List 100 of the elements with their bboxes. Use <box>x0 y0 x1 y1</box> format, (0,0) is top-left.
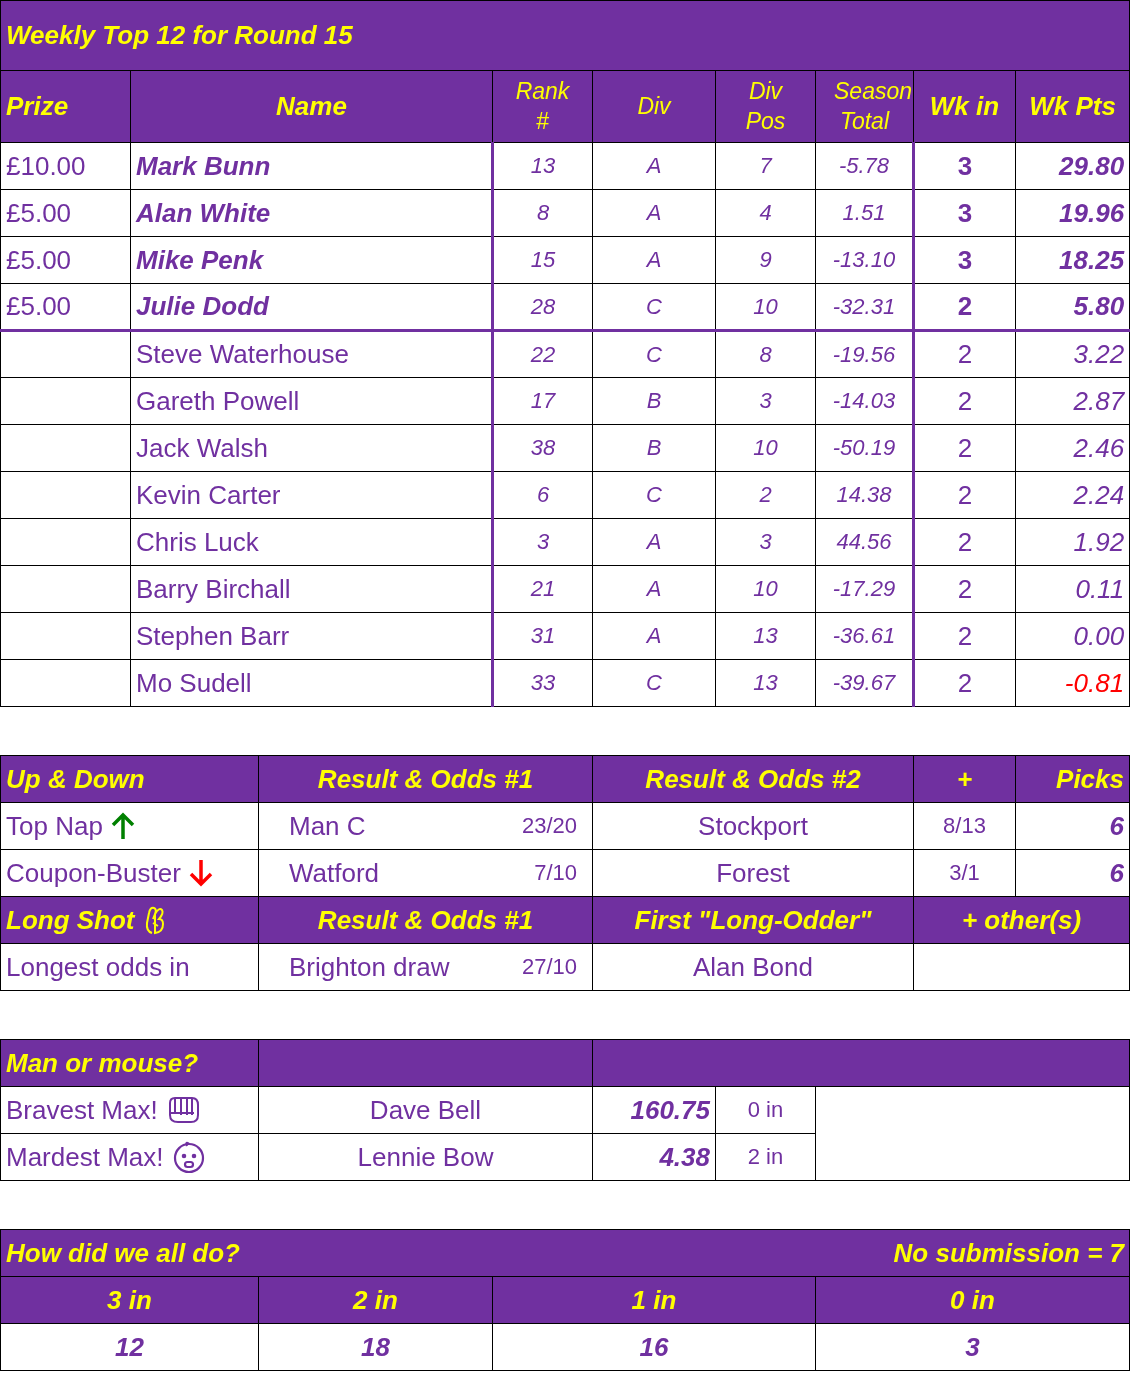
column-header: 2 in <box>258 1276 493 1324</box>
result-cell: Forest <box>592 849 914 897</box>
odds-text: 27/10 <box>521 954 577 980</box>
table-cell: C <box>592 659 716 707</box>
name-cell: Jack Walsh <box>130 424 493 472</box>
prize-cell: £10.00 <box>0 142 131 190</box>
column-header: 1 in <box>492 1276 816 1324</box>
table-cell: 8 <box>492 189 593 237</box>
picks-cell: 6 <box>1015 849 1130 897</box>
table-cell: 2 <box>913 330 1016 378</box>
score-cell: 160.75 <box>592 1086 716 1134</box>
table-cell: 44.56 <box>815 518 914 566</box>
up-arrow-icon <box>110 812 135 840</box>
result-text: Watford <box>289 857 380 889</box>
result-text: Man C <box>289 810 366 842</box>
points-cell: 1.92 <box>1015 518 1130 566</box>
table-cell: 2 <box>913 424 1016 472</box>
count-cell: 12 <box>0 1323 259 1371</box>
table-cell: 2 <box>913 283 1016 331</box>
column-header: Result & Odds #1 <box>258 755 593 803</box>
name-cell: Alan Bond <box>592 943 914 991</box>
column-header: Prize <box>0 70 131 143</box>
result-text: Brighton draw <box>289 951 450 983</box>
table-cell: 13 <box>715 612 816 660</box>
table-title: Weekly Top 12 for Round 15 <box>0 0 1130 71</box>
name-cell: Mo Sudell <box>130 659 493 707</box>
table-cell: -5.78 <box>815 142 914 190</box>
table-cell: 13 <box>715 659 816 707</box>
column-header: First "Long-Odder" <box>592 896 914 944</box>
table-cell: -14.03 <box>815 377 914 425</box>
column-header: Name <box>130 70 493 143</box>
table-cell: A <box>592 142 716 190</box>
table-cell: 6 <box>492 471 593 519</box>
table-cell: 3 <box>913 189 1016 237</box>
table-cell: 2 <box>913 612 1016 660</box>
table-cell: 38 <box>492 424 593 472</box>
points-cell: 0.11 <box>1015 565 1130 613</box>
table-cell: 2 <box>913 377 1016 425</box>
table-cell: -19.56 <box>815 330 914 378</box>
table-cell: B <box>592 377 716 425</box>
table-cell: 10 <box>715 283 816 331</box>
table-cell: -32.31 <box>815 283 914 331</box>
name-cell: Barry Birchall <box>130 565 493 613</box>
table-cell: 9 <box>715 236 816 284</box>
column-header: Season Total <box>815 70 914 143</box>
table-cell: A <box>592 565 716 613</box>
prize-cell: £5.00 <box>0 236 131 284</box>
table-cell: 28 <box>492 283 593 331</box>
result-cell: Stockport <box>592 802 914 850</box>
points-cell: 0.00 <box>1015 612 1130 660</box>
name-cell: Gareth Powell <box>130 377 493 425</box>
table-cell: 15 <box>492 236 593 284</box>
points-cell: 3.22 <box>1015 330 1130 378</box>
table-cell: -39.67 <box>815 659 914 707</box>
table-cell: 31 <box>492 612 593 660</box>
name-cell: Julie Dodd <box>130 283 493 331</box>
table-cell: A <box>592 518 716 566</box>
row-label: Bravest Max! <box>6 1094 158 1126</box>
table-cell: 2 <box>913 659 1016 707</box>
table-cell: 2 <box>913 471 1016 519</box>
name-cell: Steve Waterhouse <box>130 330 493 378</box>
baby-face-icon <box>171 1140 206 1174</box>
column-header: + <box>913 755 1016 803</box>
table-cell: 3 <box>913 142 1016 190</box>
column-header: Rank # <box>492 70 593 143</box>
column-header: 0 in <box>815 1276 1130 1324</box>
name-cell: Lennie Bow <box>258 1133 593 1181</box>
submission-count: No submission = 7 <box>893 1237 1124 1269</box>
table-cell: 2 <box>715 471 816 519</box>
points-cell: 19.96 <box>1015 189 1130 237</box>
table-cell: 2 <box>913 518 1016 566</box>
name-cell: Dave Bell <box>258 1086 593 1134</box>
picks-cell: 6 <box>1015 802 1130 850</box>
table-cell: C <box>592 471 716 519</box>
column-header: Div <box>592 70 716 143</box>
row-label: Coupon-Buster <box>6 857 181 889</box>
column-header: Div Pos <box>715 70 816 143</box>
odds-cell: 3/1 <box>913 849 1016 897</box>
points-cell: 2.87 <box>1015 377 1130 425</box>
count-cell: 18 <box>258 1323 493 1371</box>
count-cell: 16 <box>492 1323 816 1371</box>
table-cell: 1.51 <box>815 189 914 237</box>
table-cell: -36.61 <box>815 612 914 660</box>
prize-cell: £5.00 <box>0 189 131 237</box>
column-header: Up & Down <box>0 755 259 803</box>
table-cell: 8 <box>715 330 816 378</box>
score-cell: 4.38 <box>592 1133 716 1181</box>
table-cell: 0 in <box>715 1086 816 1134</box>
odds-cell: 8/13 <box>913 802 1016 850</box>
down-arrow-icon <box>188 859 213 887</box>
table-cell: B <box>592 424 716 472</box>
column-header: 3 in <box>0 1276 259 1324</box>
table-cell: 3 <box>913 236 1016 284</box>
table-cell: 3 <box>715 377 816 425</box>
row-label: Top Nap <box>6 810 103 842</box>
table-cell: 17 <box>492 377 593 425</box>
points-cell: 18.25 <box>1015 236 1130 284</box>
odds-text: 7/10 <box>534 860 577 886</box>
table-cell: A <box>592 189 716 237</box>
column-header: Wk in <box>913 70 1016 143</box>
